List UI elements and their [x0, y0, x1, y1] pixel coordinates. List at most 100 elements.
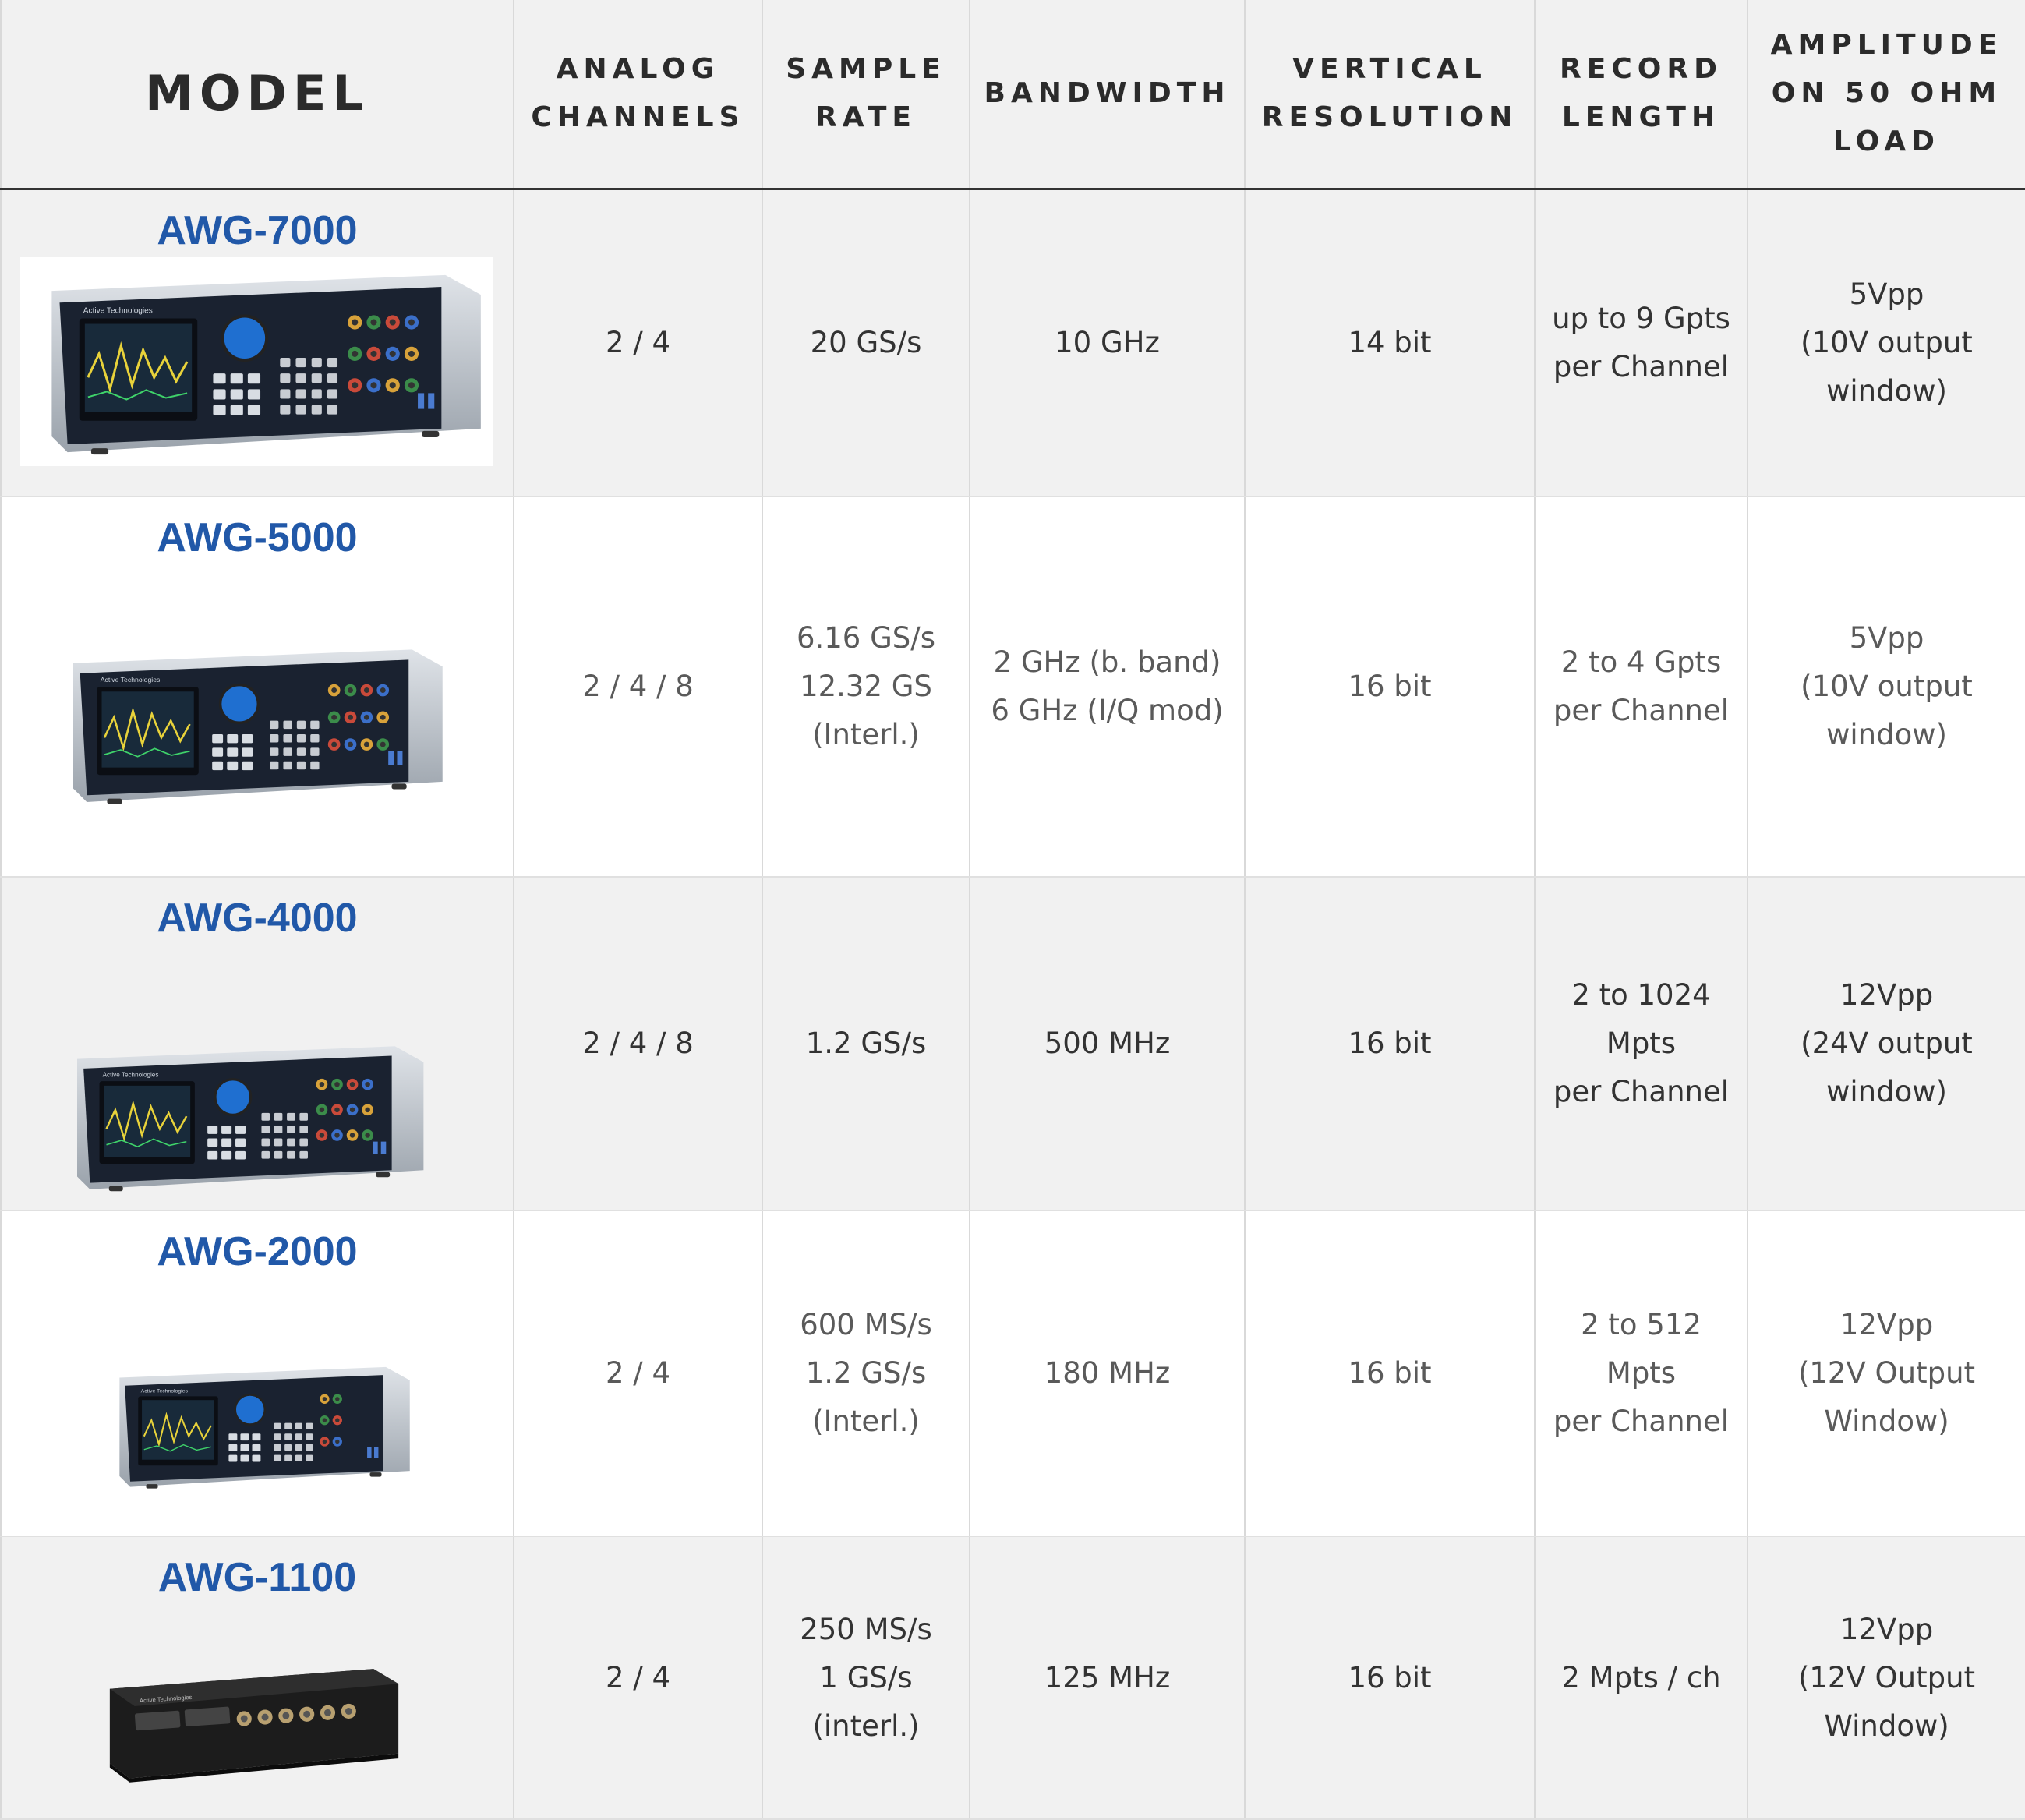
record-length-cell: up to 9 Gpts per Channel: [1534, 189, 1748, 497]
cell-text: 12.32 GS: [800, 670, 932, 703]
header-vertical-resolution: VERTICAL RESOLUTION: [1244, 0, 1536, 190]
cell-text: 6 GHz (I/Q mod): [991, 694, 1224, 727]
cell-text: 5Vpp: [1849, 621, 1924, 655]
cell-text: 5Vpp: [1849, 277, 1924, 311]
cell-text: per Channel: [1553, 1405, 1730, 1438]
awg-2000-product-photo[interactable]: Active Technologies: [98, 1352, 418, 1500]
cell-text: 16 bit: [1348, 1356, 1432, 1390]
cell-text: 2 Mpts / ch: [1561, 1660, 1721, 1695]
cell-text: 16 bit: [1348, 670, 1432, 703]
cell-text: window): [1826, 1075, 1947, 1108]
cell-text: 2 / 4 / 8: [582, 1027, 694, 1060]
awg-1100-product-photo[interactable]: Active Technologies: [20, 1654, 488, 1783]
svg-text:Active Technologies: Active Technologies: [103, 1071, 159, 1078]
amplitude-cell: 12Vpp (24V output window): [1747, 877, 2025, 1211]
model-name-link[interactable]: AWG-2000: [2, 1228, 513, 1275]
cell-text: 1.2 GS/s: [805, 1027, 927, 1060]
awg-comparison-table: MODEL ANALOG CHANNELS SAMPLE RATE BANDWI…: [0, 0, 2025, 1820]
bandwidth-cell: 125 MHz: [969, 1536, 1246, 1820]
sample-rate-cell: 250 MS/s 1 GS/s (interl.): [762, 1536, 970, 1820]
cell-text: Mpts: [1606, 1027, 1677, 1060]
analog-channels-cell: 2 / 4 / 8: [513, 877, 763, 1211]
cell-text: 20 GS/s: [810, 325, 922, 359]
header-text: VERTICAL: [1292, 53, 1487, 86]
cell-text: 2 to 4 Gpts: [1560, 645, 1722, 679]
model-cell: AWG-4000 Active Technologies: [0, 877, 514, 1211]
vertical-resolution-cell: 16 bit: [1244, 1210, 1536, 1537]
table-row: AWG-4000 Active Technologies 2 / 4 / 8 1.2 …: [0, 877, 2025, 1211]
cell-text: (12V Output: [1797, 1660, 1976, 1695]
awg-7000-product-photo[interactable]: Active Technologies: [20, 256, 493, 466]
bandwidth-cell: 180 MHz: [969, 1210, 1246, 1537]
vertical-resolution-cell: 16 bit: [1244, 877, 1536, 1211]
analog-channels-cell: 2 / 4: [513, 189, 763, 497]
table-row: AWG-5000 Active Technologies 2 / 4 / 8 6.16…: [0, 497, 2025, 878]
amplitude-cell: 5Vpp (10V output window): [1747, 189, 2025, 497]
header-text: RATE: [815, 101, 917, 134]
sample-rate-cell: 1.2 GS/s: [762, 877, 970, 1211]
model-name-link[interactable]: AWG-4000: [2, 895, 513, 942]
cell-text: 2 to 512: [1581, 1308, 1702, 1341]
model-cell: AWG-7000 Active Technologies: [0, 189, 514, 497]
cell-text: 2 / 4 / 8: [582, 670, 694, 703]
awg-4000-product-photo[interactable]: Active Technologies: [36, 1034, 449, 1199]
header-sample-rate: SAMPLE RATE: [762, 0, 970, 190]
cell-text: 6.16 GS/s: [796, 621, 936, 655]
model-name-link[interactable]: AWG-5000: [2, 514, 513, 561]
header-text: RESOLUTION: [1261, 101, 1518, 134]
cell-text: 16 bit: [1348, 1027, 1432, 1060]
header-text: RECORD: [1560, 53, 1723, 86]
table-row: AWG-2000 Active Technologies 2 / 4 600 MS/s…: [0, 1210, 2025, 1537]
model-cell: AWG-2000 Active Technologies: [0, 1210, 514, 1537]
model-name-link[interactable]: AWG-1100: [2, 1554, 513, 1601]
table-row: AWG-7000 Active Technologies 2 / 4 20 GS/s 1…: [0, 189, 2025, 497]
analog-channels-cell: 2 / 4 / 8: [513, 497, 763, 878]
cell-text: 12Vpp: [1839, 978, 1934, 1012]
cell-text: Mpts: [1606, 1356, 1677, 1390]
awg-5000-product-photo[interactable]: Active Technologies: [28, 636, 471, 812]
cell-text: window): [1826, 718, 1947, 751]
bandwidth-cell: 2 GHz (b. band) 6 GHz (I/Q mod): [969, 497, 1246, 878]
cell-text: 125 MHz: [1044, 1660, 1171, 1695]
table-row: AWG-1100 Active Technologies 2 / 4 250 MS/s…: [0, 1536, 2025, 1820]
header-row: MODEL ANALOG CHANNELS SAMPLE RATE BANDWI…: [0, 0, 2025, 190]
cell-text: 2 / 4: [605, 1356, 671, 1390]
cell-text: per Channel: [1553, 694, 1730, 727]
cell-text: 2 / 4: [605, 1660, 671, 1695]
header-amplitude: AMPLITUDE ON 50 OHM LOAD: [1747, 0, 2025, 190]
model-name-link[interactable]: AWG-7000: [2, 207, 513, 254]
analog-channels-cell: 2 / 4: [513, 1536, 763, 1820]
bandwidth-cell: 10 GHz: [969, 189, 1246, 497]
cell-text: 1 GS/s: [819, 1660, 913, 1695]
vertical-resolution-cell: 16 bit: [1244, 1536, 1536, 1820]
cell-text: Window): [1824, 1405, 1949, 1438]
header-bandwidth: BANDWIDTH: [969, 0, 1246, 190]
cell-text: window): [1826, 373, 1947, 408]
vertical-resolution-cell: 16 bit: [1244, 497, 1536, 878]
analog-channels-cell: 2 / 4: [513, 1210, 763, 1537]
record-length-cell: 2 Mpts / ch: [1534, 1536, 1748, 1820]
sample-rate-cell: 600 MS/s 1.2 GS/s (Interl.): [762, 1210, 970, 1537]
header-text: BANDWIDTH: [984, 77, 1231, 110]
cell-text: Window): [1824, 1709, 1949, 1743]
record-length-cell: 2 to 512 Mpts per Channel: [1534, 1210, 1748, 1537]
cell-text: 14 bit: [1348, 325, 1432, 359]
cell-text: 500 MHz: [1044, 1027, 1171, 1060]
cell-text: 16 bit: [1348, 1660, 1432, 1695]
header-text: CHANNELS: [531, 101, 745, 134]
cell-text: per Channel: [1553, 1075, 1730, 1108]
cell-text: up to 9 Gpts: [1552, 301, 1730, 335]
model-cell: AWG-1100 Active Technologies: [0, 1536, 514, 1820]
svg-text:Active Technologies: Active Technologies: [101, 676, 161, 684]
cell-text: (Interl.): [812, 1405, 920, 1438]
header-text: LENGTH: [1561, 101, 1721, 134]
cell-text: per Channel: [1553, 349, 1730, 383]
cell-text: 2 GHz (b. band): [993, 645, 1221, 679]
cell-text: (Interl.): [812, 718, 920, 751]
cell-text: (10V output: [1801, 325, 1973, 359]
svg-text:Active Technologies: Active Technologies: [141, 1389, 189, 1394]
record-length-cell: 2 to 4 Gpts per Channel: [1534, 497, 1748, 878]
record-length-cell: 2 to 1024 Mpts per Channel: [1534, 877, 1748, 1211]
cell-text: 1.2 GS/s: [805, 1356, 927, 1390]
cell-text: 12Vpp: [1839, 1612, 1934, 1646]
